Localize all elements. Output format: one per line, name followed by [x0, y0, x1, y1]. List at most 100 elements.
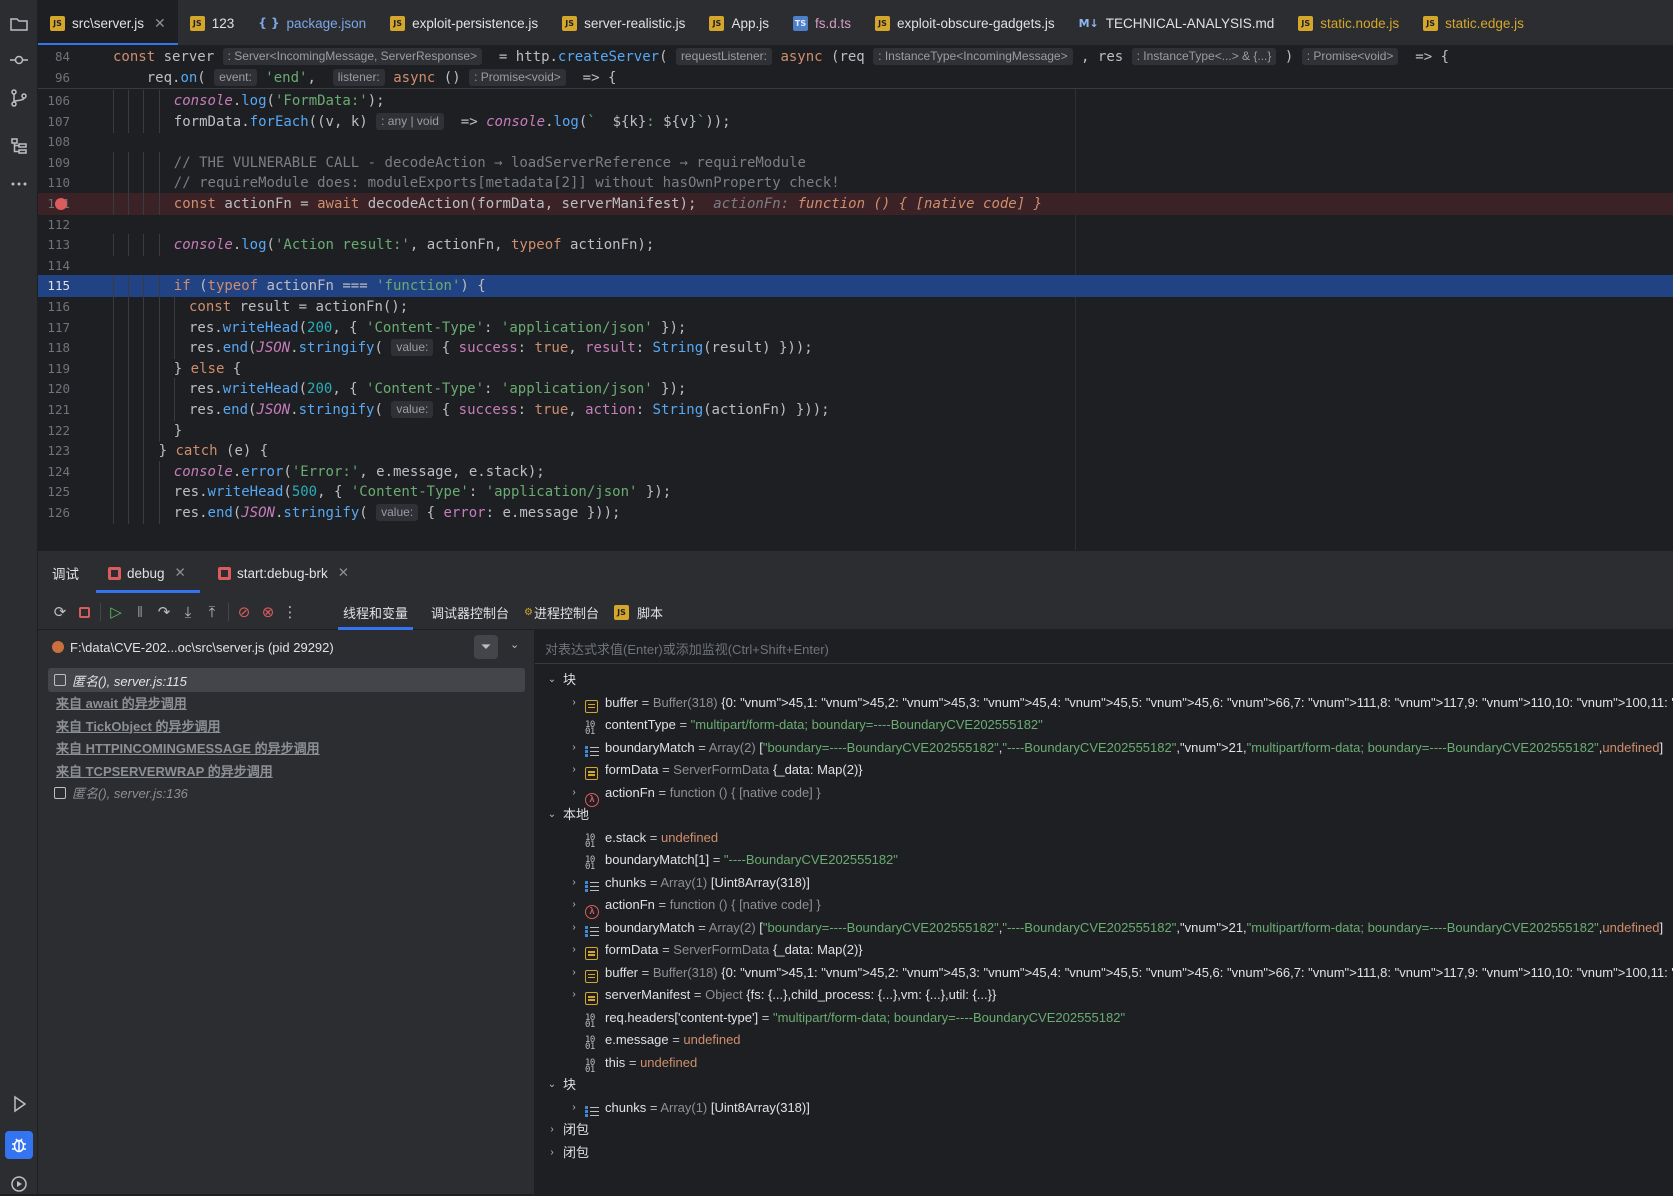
tab-debugger-console[interactable]: 调试器控制台 — [431, 594, 509, 630]
chevron-right-icon[interactable]: › — [567, 916, 581, 940]
chevron-down-icon[interactable]: ⌄ — [510, 638, 519, 651]
chevron-right-icon[interactable]: › — [567, 781, 581, 805]
current-execution-line[interactable]: 115 if (typeof actionFn === 'function') { — [38, 275, 1673, 298]
code-line[interactable]: 113 console.log('Action result:', actionF… — [38, 234, 1673, 257]
structure-icon[interactable] — [7, 134, 31, 158]
line-number: 114 — [47, 257, 70, 273]
code-line[interactable]: 110// requireModule does: moduleExports[… — [38, 172, 1673, 195]
breakpoint-line[interactable]: 111const actionFn = await decodeAction(f… — [38, 193, 1673, 215]
code-line[interactable]: 126 res.end(JSON.stringify( value: { erro… — [38, 502, 1673, 524]
async-frame-link[interactable]: 来自 TickObject 的异步调用 — [48, 713, 525, 737]
process-selector[interactable]: F:\data\CVE-202...oc\src\server.js (pid … — [38, 630, 535, 664]
variable-type: Array(1) — [660, 874, 711, 890]
view-breakpoints-icon[interactable]: ⊘ — [234, 602, 254, 622]
chevron-right-icon[interactable]: › — [567, 983, 581, 1007]
code-line[interactable]: 122} — [38, 419, 1673, 442]
pause-icon[interactable]: ‖ — [130, 602, 150, 622]
md-file-icon: M↓ — [1078, 16, 1099, 30]
array-icon — [585, 1105, 599, 1118]
editor-tab-9[interactable]: JS static.node.js — [1286, 0, 1411, 45]
line-number: 123 — [47, 443, 70, 459]
editor-tab-label: fs.d.ts — [814, 15, 851, 31]
stack-frame[interactable]: 匿名(), server.js:115 — [48, 668, 525, 692]
code-line[interactable]: 107 formData.forEach((v, k) : any | void … — [38, 110, 1673, 133]
editor-tab-4[interactable]: JS server-realistic.js — [550, 0, 697, 45]
tab-process-console-label: 进程控制台 — [533, 605, 599, 621]
tab-debug-session[interactable]: debug ✕ — [96, 551, 200, 595]
chevron-right-icon[interactable]: › — [567, 691, 581, 715]
step-into-icon[interactable]: ⤓ — [178, 602, 198, 622]
tab-threads-variables[interactable]: 线程和变量 — [338, 594, 414, 630]
editor-tab-3[interactable]: JS exploit-persistence.js — [378, 0, 550, 45]
chevron-right-icon[interactable]: › — [567, 938, 581, 962]
editor-tab-0[interactable]: JS src\server.js ✕ — [38, 0, 178, 45]
rerun-icon[interactable]: ⟳ — [50, 602, 70, 622]
editor-tab-1[interactable]: JS 123 — [178, 0, 247, 45]
more-options-icon[interactable]: ⋮ — [280, 602, 300, 622]
project-icon[interactable] — [7, 12, 31, 36]
code-editor[interactable]: 84 const server : Server<IncomingMessage,… — [38, 46, 1673, 550]
sticky-line[interactable]: 84 const server : Server<IncomingMessage,… — [38, 46, 1673, 68]
code-line[interactable]: 123} catch (e) { — [38, 440, 1673, 463]
chevron-right-icon[interactable]: › — [567, 736, 581, 760]
tab-start-debug-brk[interactable]: start:debug-brk ✕ — [206, 551, 361, 595]
close-icon[interactable]: ✕ — [175, 565, 186, 581]
code-line[interactable]: 114 — [38, 255, 1673, 277]
array-icon — [585, 925, 599, 938]
chevron-right-icon[interactable]: › — [567, 871, 581, 895]
code-line[interactable]: 125 res.writeHead(500, { 'Content-Type': … — [38, 481, 1673, 504]
async-frame-link[interactable]: 来自 TCPSERVERWRAP 的异步调用 — [48, 758, 525, 782]
equals-sign: = — [694, 919, 709, 935]
breakpoint-icon[interactable] — [55, 198, 67, 210]
evaluate-expression-input[interactable]: 对表达式求值(Enter)或添加监视(Ctrl+Shift+Enter) — [535, 630, 1673, 664]
tab-scripts[interactable]: JS 脚本 — [614, 594, 663, 630]
chevron-right-icon[interactable]: › — [567, 961, 581, 985]
code-line[interactable]: 109// THE VULNERABLE CALL - decodeAction… — [38, 151, 1673, 174]
git-branch-icon[interactable] — [7, 86, 31, 110]
code-line[interactable]: 117 res.writeHead(200, { 'Content-Type': … — [38, 316, 1673, 339]
close-icon[interactable]: ✕ — [338, 565, 349, 581]
code-line[interactable]: 121 res.end(JSON.stringify( value: { succ… — [38, 399, 1673, 421]
code-line[interactable]: 119} else { — [38, 357, 1673, 380]
services-icon[interactable] — [7, 1172, 31, 1196]
code-line[interactable]: 124 console.error('Error:', e.message, e.… — [38, 460, 1673, 483]
run-icon[interactable] — [7, 1092, 31, 1116]
stop-icon[interactable] — [74, 602, 94, 622]
code-line[interactable]: 120 res.writeHead(200, { 'Content-Type': … — [38, 378, 1673, 401]
variable-name: actionFn — [605, 897, 655, 912]
variable-name: req.headers['content-type'] — [605, 1009, 759, 1025]
editor-tab-7[interactable]: JS exploit-obscure-gadgets.js — [863, 0, 1067, 45]
code-line[interactable]: 106 console.log('FormData:'); — [38, 90, 1673, 112]
editor-tab-8[interactable]: M↓ TECHNICAL-ANALYSIS.md — [1067, 0, 1287, 45]
code-line[interactable]: 108 — [38, 131, 1673, 153]
editor-tab-5[interactable]: JS App.js — [697, 0, 781, 45]
sticky-line[interactable]: 96 req.on( event: 'end', listener: async… — [38, 67, 1673, 89]
resume-icon[interactable]: ▷ — [106, 602, 126, 622]
step-out-icon[interactable]: ⤒ — [202, 602, 222, 622]
code-line[interactable]: 116 const result = actionFn(); — [38, 296, 1673, 318]
chevron-right-icon[interactable]: › — [567, 893, 581, 917]
async-frame-link[interactable]: 来自 await 的异步调用 — [48, 691, 525, 715]
chevron-right-icon[interactable]: › — [567, 1096, 581, 1120]
filter-icon[interactable]: ⏷ — [474, 635, 498, 659]
more-icon[interactable] — [7, 172, 31, 196]
debug-icon[interactable] — [5, 1131, 33, 1159]
frame-label: 匿名(), server.js:115 — [72, 673, 187, 689]
async-frame-link[interactable]: 来自 HTTPINCOMINGMESSAGE 的异步调用 — [48, 736, 525, 760]
code-line[interactable]: 118 res.end(JSON.stringify( value: { succ… — [38, 337, 1673, 360]
mute-breakpoints-icon[interactable]: ⊗ — [258, 602, 278, 622]
console-icon: ⚙ — [524, 606, 533, 618]
equals-sign: = — [638, 964, 653, 980]
code-line[interactable]: 112 — [38, 214, 1673, 236]
variable-name: chunks — [605, 874, 647, 890]
editor-tab-2[interactable]: { } package.json — [246, 0, 378, 45]
step-over-icon[interactable]: ↷ — [154, 602, 174, 622]
stack-frame[interactable]: 匿名(), server.js:136 — [48, 781, 525, 805]
commit-icon[interactable] — [7, 48, 31, 72]
editor-tab-10[interactable]: JS static.edge.js — [1411, 0, 1536, 45]
chevron-right-icon[interactable]: › — [567, 758, 581, 782]
editor-tab-label: package.json — [286, 15, 367, 31]
editor-tab-6[interactable]: TS fs.d.ts — [781, 0, 863, 45]
close-icon[interactable]: ✕ — [154, 15, 166, 32]
tab-process-console[interactable]: ⚙ 进程控制台 — [524, 594, 599, 630]
